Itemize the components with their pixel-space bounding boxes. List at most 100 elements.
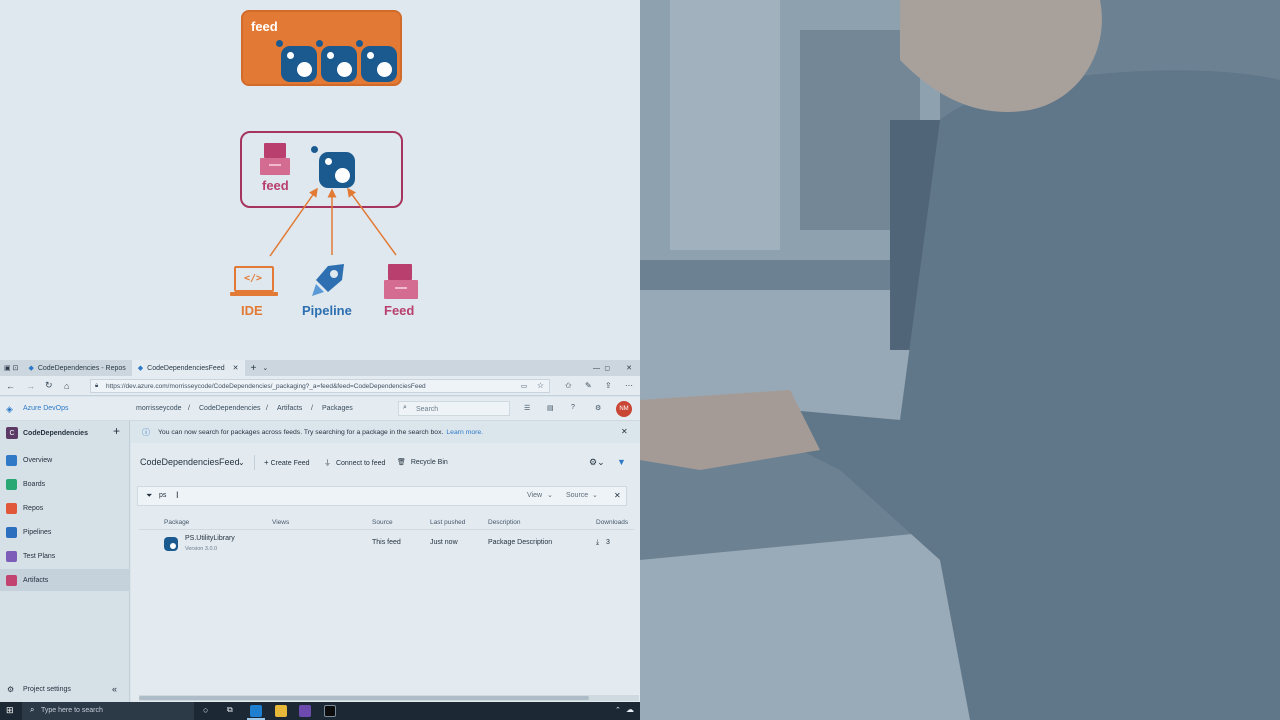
scrollbar-thumb[interactable] bbox=[139, 696, 589, 700]
column-header-last-pushed[interactable]: Last pushed bbox=[430, 519, 465, 526]
connect-to-feed-button[interactable]: ⏚ Connect to feed bbox=[324, 458, 385, 468]
project-avatar: C bbox=[6, 427, 18, 439]
windows-start-icon[interactable]: ⊞ bbox=[6, 705, 14, 716]
onedrive-cloud-icon[interactable]: ☁ bbox=[626, 705, 634, 714]
refresh-icon[interactable]: ↻ bbox=[45, 380, 53, 391]
close-banner-icon[interactable]: ✕ bbox=[621, 427, 628, 436]
source-chevron-icon[interactable]: ⌄ bbox=[592, 491, 598, 499]
bag-icon[interactable]: ▤ bbox=[547, 404, 554, 412]
minimize-icon[interactable]: — bbox=[593, 365, 600, 372]
sidebar-item-test-plans[interactable]: Test Plans bbox=[0, 545, 130, 567]
project-name: CodeDependencies bbox=[23, 430, 88, 437]
header-search-box[interactable]: ⌕ Search bbox=[398, 401, 510, 416]
connect-to-feed-label: Connect to feed bbox=[335, 460, 386, 467]
tab-actions-icon[interactable]: ▣ ⊡ bbox=[0, 364, 22, 372]
breadcrumb-org[interactable]: morrisseycode bbox=[136, 405, 182, 412]
avatar[interactable]: NM bbox=[616, 401, 632, 417]
tray-chevron-icon[interactable]: ⌃ bbox=[615, 706, 621, 714]
sidebar-item-repos[interactable]: Repos bbox=[0, 497, 130, 519]
breadcrumb-project[interactable]: CodeDependencies bbox=[199, 405, 261, 412]
column-header-description[interactable]: Description bbox=[488, 519, 521, 526]
feed-selector[interactable]: CodeDependenciesFeed bbox=[140, 457, 240, 467]
sidebar-item-label: Test Plans bbox=[23, 552, 56, 560]
lock-icon: 🔒︎ bbox=[95, 383, 99, 389]
arrow-ide bbox=[269, 187, 318, 257]
windows-taskbar: ⊞ ⌕ Type here to search ○ ⧉ ⌃ ☁ bbox=[0, 702, 640, 720]
list-icon[interactable]: ☰ bbox=[524, 404, 530, 412]
source-filter-dropdown[interactable]: Source bbox=[566, 492, 588, 499]
filter-toggle-icon[interactable]: ▼ bbox=[617, 457, 626, 467]
azure-tab-icon: ◆ bbox=[137, 365, 144, 372]
forward-icon[interactable]: → bbox=[26, 381, 35, 391]
info-banner: ⓘ You can now search for packages across… bbox=[131, 421, 640, 443]
favorite-star-icon[interactable]: ☆ bbox=[537, 381, 544, 390]
recycle-bin-button[interactable]: 🗑︎ Recycle Bin bbox=[397, 458, 448, 466]
reading-view-icon[interactable]: ▭ bbox=[521, 382, 527, 390]
file-explorer-icon[interactable] bbox=[275, 705, 287, 717]
sidebar-item-label: Overview bbox=[23, 456, 53, 464]
project-header[interactable]: C CodeDependencies + bbox=[0, 421, 130, 445]
sidebar-item-boards[interactable]: Boards bbox=[0, 473, 130, 495]
new-tab-icon[interactable]: + bbox=[245, 363, 263, 374]
taskbar-search-box[interactable]: ⌕ Type here to search bbox=[22, 702, 194, 720]
sidebar-item-pipelines[interactable]: Pipelines bbox=[0, 521, 130, 543]
taskbar-search-placeholder: Type here to search bbox=[41, 707, 103, 714]
pen-icon[interactable]: ✎ bbox=[585, 381, 592, 390]
table-row[interactable]: PS.UtilityLibrary Version 3.0.0 This fee… bbox=[139, 533, 634, 559]
share-icon[interactable]: ⇪ bbox=[605, 381, 612, 390]
url-field[interactable]: 🔒︎ https://dev.azure.com/morrisseycode/C… bbox=[90, 379, 550, 393]
breadcrumb-packages[interactable]: Packages bbox=[322, 405, 353, 412]
close-window-icon[interactable]: ✕ bbox=[626, 364, 632, 372]
tab-feed[interactable]: ◆ CodeDependenciesFeed ✕ bbox=[131, 360, 245, 376]
close-tab-icon[interactable]: ✕ bbox=[233, 364, 239, 372]
sidebar-item-label: Pipelines bbox=[23, 528, 52, 536]
sidebar-item-project-settings[interactable]: ⚙ Project settings « bbox=[0, 678, 130, 700]
repos-icon bbox=[6, 502, 17, 514]
sidebar-item-label: Repos bbox=[23, 504, 44, 512]
sidebar-item-artifacts[interactable]: Artifacts bbox=[0, 569, 130, 591]
banner-learn-more-link[interactable]: Learn more. bbox=[446, 429, 483, 436]
feed-source-package-icon bbox=[384, 264, 418, 300]
breadcrumb-sep: / bbox=[188, 405, 190, 412]
header-search-placeholder: Search bbox=[416, 406, 439, 413]
sidebar-item-overview[interactable]: Overview bbox=[0, 449, 130, 471]
visual-studio-icon[interactable] bbox=[299, 705, 311, 717]
create-feed-button[interactable]: + Create Feed bbox=[264, 458, 310, 467]
help-icon[interactable]: ? bbox=[571, 404, 575, 411]
view-chevron-icon[interactable]: ⌄ bbox=[547, 491, 553, 499]
tab-list-chevron-icon[interactable]: ⌄ bbox=[262, 364, 268, 372]
user-settings-icon[interactable]: ⚙ bbox=[595, 404, 601, 412]
brand-label[interactable]: Azure DevOps bbox=[23, 405, 69, 412]
filter-keyword-input[interactable]: ps bbox=[159, 492, 166, 499]
terminal-icon[interactable] bbox=[324, 705, 336, 717]
column-header-source[interactable]: Source bbox=[372, 519, 393, 526]
task-view-icon[interactable]: ⧉ bbox=[227, 705, 233, 715]
breadcrumb-sep: / bbox=[311, 405, 313, 412]
breadcrumb-artifacts[interactable]: Artifacts bbox=[277, 405, 302, 412]
sidebar-item-label: Boards bbox=[23, 480, 46, 488]
maximize-icon[interactable]: ▢ bbox=[604, 365, 610, 372]
add-project-button[interactable]: + bbox=[113, 424, 120, 438]
address-bar: ← → ↻ ⌂ 🔒︎ https://dev.azure.com/morriss… bbox=[0, 376, 640, 396]
column-header-downloads[interactable]: Downloads bbox=[596, 519, 628, 526]
column-header-package[interactable]: Package bbox=[164, 519, 189, 526]
clear-filter-icon[interactable]: ✕ bbox=[614, 491, 621, 500]
diagram-panel: feed feed </> IDE Pipeline Feed bbox=[0, 0, 640, 360]
home-icon[interactable]: ⌂ bbox=[64, 381, 69, 391]
edge-browser-icon[interactable] bbox=[250, 705, 262, 717]
tab-bar: ▣ ⊡ ◆ CodeDependencies - Repos ◆ CodeDep… bbox=[0, 360, 640, 376]
browser-window: ▣ ⊡ ◆ CodeDependencies - Repos ◆ CodeDep… bbox=[0, 360, 640, 702]
feed-settings-icon[interactable]: ⚙⌄ bbox=[589, 457, 605, 468]
favorites-icon[interactable]: ✩ bbox=[565, 381, 572, 390]
view-filter-dropdown[interactable]: View bbox=[527, 492, 542, 499]
cortana-icon[interactable]: ○ bbox=[203, 705, 208, 715]
column-header-views[interactable]: Views bbox=[272, 519, 289, 526]
horizontal-scrollbar[interactable] bbox=[139, 695, 639, 701]
feed-selector-chevron-icon[interactable]: ⌄ bbox=[238, 458, 245, 467]
tab-repos[interactable]: ◆ CodeDependencies - Repos bbox=[22, 360, 131, 376]
devops-header: ◈ Azure DevOps morrisseycode / CodeDepen… bbox=[0, 397, 640, 421]
filter-bar: ⏷ ps I View ⌄ Source ⌄ ✕ bbox=[137, 486, 627, 506]
collapse-sidebar-icon[interactable]: « bbox=[112, 684, 117, 694]
back-icon[interactable]: ← bbox=[6, 381, 15, 391]
more-icon[interactable]: ⋯ bbox=[625, 381, 633, 390]
